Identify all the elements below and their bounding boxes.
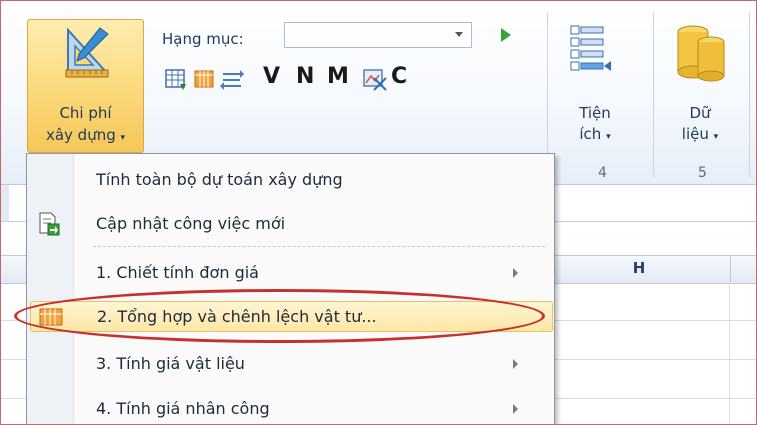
- list-tool-icon: [570, 25, 611, 71]
- hang-muc-combobox[interactable]: [284, 22, 472, 48]
- toolbar-v-button[interactable]: V: [263, 64, 280, 89]
- chi-phi-xay-dung-button[interactable]: Chi phí xây dựng ▾: [27, 19, 144, 153]
- toolbar-c-button[interactable]: C: [391, 64, 407, 89]
- menu-item-label: Tính toàn bộ dự toán xây dựng: [96, 170, 343, 189]
- sheet-insert-icon[interactable]: [164, 64, 188, 94]
- group-number-5: 5: [698, 165, 707, 181]
- swap-arrows-icon[interactable]: [220, 64, 244, 94]
- menu-item-label: Cập nhật công việc mới: [96, 214, 286, 233]
- chevron-down-icon: ▾: [606, 132, 611, 142]
- menu-item-tinh-gia-vat-lieu[interactable]: 3. Tính giá vật liệu: [27, 347, 554, 381]
- formula-bar-edge: [1, 185, 9, 221]
- toolbar-m-button[interactable]: M: [327, 64, 349, 89]
- menu-item-label: 3. Tính giá vật liệu: [96, 354, 245, 373]
- ribbon-separator: [749, 13, 750, 178]
- du-lieu-label-line2: liệu ▾: [681, 125, 719, 143]
- dropdown-arrow-icon[interactable]: [455, 32, 463, 37]
- column-header-h[interactable]: H: [547, 255, 731, 282]
- group-number-4: 4: [598, 165, 607, 181]
- ribbon-separator: [653, 13, 654, 178]
- grid-col-line: [729, 282, 730, 424]
- triangle-ruler-pencil-icon: [65, 27, 109, 78]
- menu-item-chiet-tinh[interactable]: 1. Chiết tính đơn giá: [27, 256, 554, 290]
- menu-item-tinh-gia-nhan-cong[interactable]: 4. Tính giá nhân công: [27, 392, 554, 424]
- menu-item-label: 1. Chiết tính đơn giá: [96, 263, 259, 282]
- menu-item-label: 4. Tính giá nhân công: [96, 399, 270, 418]
- app-window: Chi phí xây dựng ▾ Hạng mục: V N M C Tiệ…: [0, 0, 757, 425]
- chi-phi-label-line2: xây dựng ▾: [45, 126, 126, 144]
- highlight-ellipse-annotation: [14, 289, 545, 343]
- tien-ich-label-line2: ích ▾: [579, 125, 611, 143]
- chevron-down-icon: ▾: [120, 133, 126, 143]
- submenu-arrow-icon: [513, 359, 518, 369]
- database-icon: [677, 25, 725, 82]
- table-icon[interactable]: [193, 64, 215, 94]
- menu-item-cap-nhat[interactable]: Cập nhật công việc mới: [27, 207, 554, 241]
- submenu-arrow-icon: [513, 404, 518, 414]
- toolbar-n-button[interactable]: N: [296, 64, 314, 89]
- update-document-icon: [39, 212, 60, 236]
- menu-divider: [93, 246, 545, 247]
- chevron-down-icon: ▾: [713, 132, 719, 142]
- hang-muc-label: Hạng mục:: [162, 30, 244, 48]
- image-tool-icon[interactable]: [362, 64, 388, 94]
- du-lieu-label-line1: Dữ: [689, 104, 711, 122]
- play-icon[interactable]: [501, 28, 511, 42]
- menu-item-tinh-toan-bo[interactable]: Tính toàn bộ dự toán xây dựng: [27, 163, 554, 197]
- tien-ich-label-line1: Tiện: [579, 104, 611, 122]
- chi-phi-label-line1: Chi phí: [59, 104, 112, 122]
- submenu-arrow-icon: [513, 268, 518, 278]
